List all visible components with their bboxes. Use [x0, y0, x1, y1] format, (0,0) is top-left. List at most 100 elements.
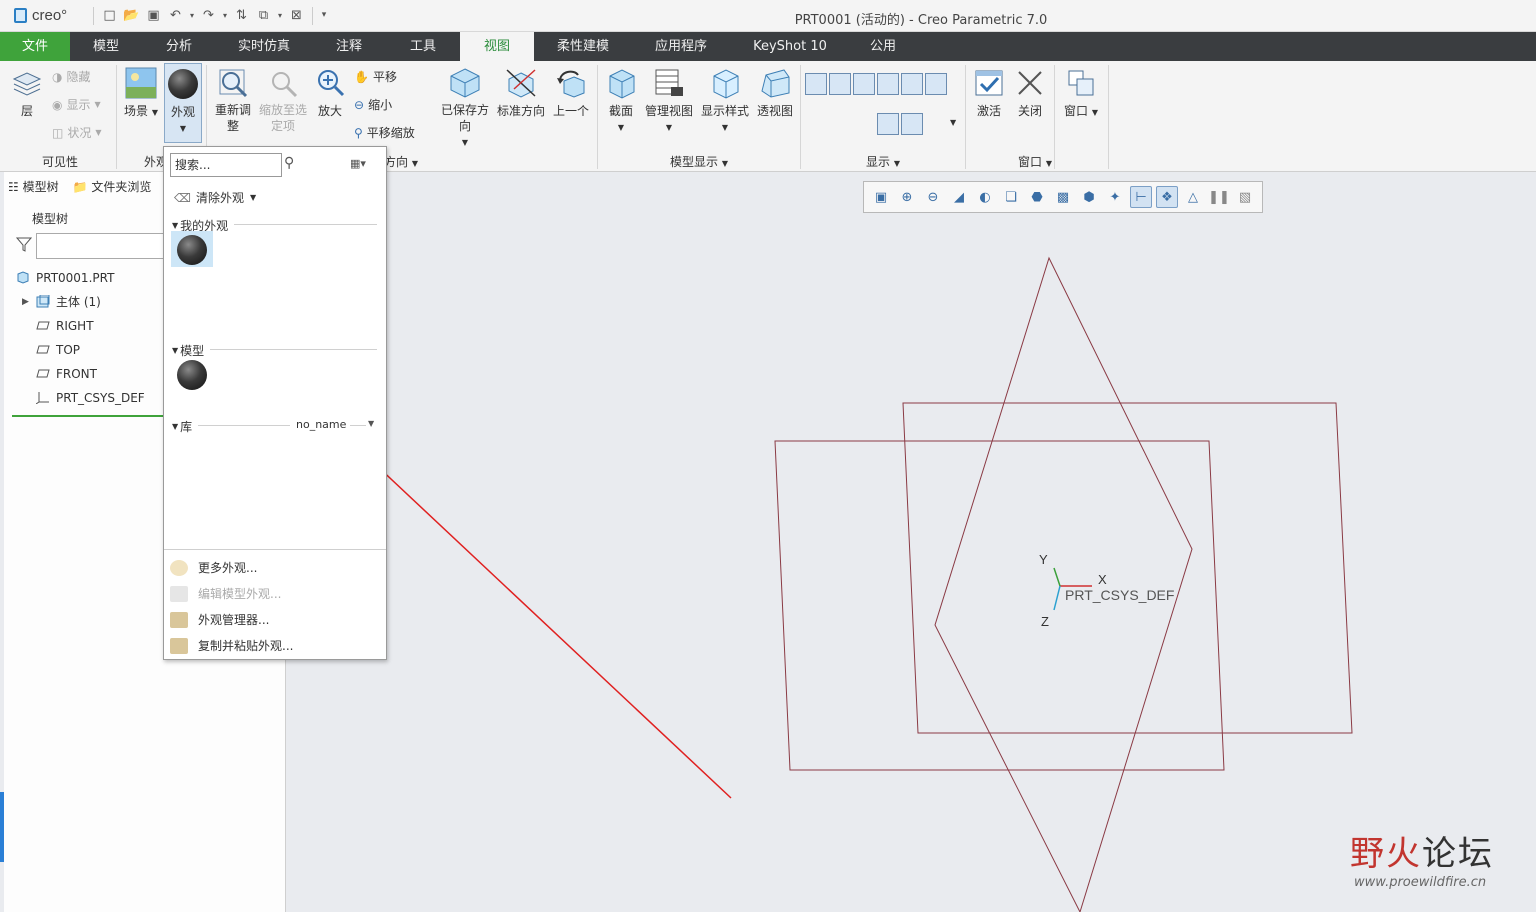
standard-orientation-label: 标准方向 — [496, 104, 545, 118]
datum-plane-hexagon[interactable] — [934, 256, 1193, 912]
undo-icon[interactable]: ↶ — [166, 6, 185, 25]
layer-button[interactable]: 层 — [8, 67, 46, 119]
display-style-button[interactable]: 显示样式 ▼ — [699, 67, 751, 133]
tab-applications[interactable]: 应用程序 — [632, 32, 730, 61]
close-window-icon[interactable]: ⊠ — [287, 6, 306, 25]
dimension-tolerance-toggle-icon[interactable] — [925, 73, 947, 95]
appearance-manager-item[interactable]: 外观管理器... — [170, 611, 269, 628]
search-icon[interactable]: ⚲ — [284, 155, 294, 171]
datum-plane-icon — [36, 321, 50, 330]
standard-orientation-button[interactable]: 标准方向 — [495, 67, 547, 119]
library-dropdown-icon[interactable]: ▼ — [368, 419, 374, 428]
perspective-button[interactable]: 透视图 — [754, 67, 796, 119]
clear-appearance-button[interactable]: ⌫ 清除外观 ▼ — [174, 189, 256, 206]
tab-flexible-modeling[interactable]: 柔性建模 — [534, 32, 632, 61]
previous-view-label: 上一个 — [552, 104, 589, 118]
tree-item-top-plane[interactable]: TOP — [14, 338, 145, 362]
tab-folder-browser[interactable]: 📁 文件夹浏览 — [73, 178, 152, 195]
tab-view[interactable]: 视图 — [460, 32, 534, 61]
tab-annotate[interactable]: 注释 — [312, 32, 386, 61]
customize-qat-icon[interactable]: ▾ — [319, 6, 329, 25]
plane-display-toggle-icon[interactable] — [805, 73, 827, 95]
plane-display-icon[interactable] — [805, 113, 827, 135]
pan-hand-icon: ✋ — [354, 69, 369, 84]
datum-plane-top[interactable] — [902, 402, 1353, 734]
model-tree-filter-input[interactable] — [36, 233, 176, 259]
more-appearances-item[interactable]: 更多外观... — [170, 559, 257, 576]
scene-button[interactable]: 场景 ▼ — [122, 67, 160, 119]
filter-icon[interactable] — [16, 236, 32, 252]
point-display-icon[interactable] — [853, 113, 875, 135]
section-button[interactable]: 截面 ▼ — [602, 67, 640, 133]
refit-button[interactable]: 重新调整 — [211, 67, 255, 134]
model-appearances-header[interactable]: ▼ 模型 — [172, 342, 204, 359]
activate-button[interactable]: 激活 — [971, 67, 1007, 119]
show-more-dropdown-icon[interactable]: ▼ — [950, 118, 956, 127]
tree-item-body[interactable]: ▶ 主体 (1) — [14, 290, 145, 314]
show-button[interactable]: ◉ 显示 ▼ — [52, 96, 101, 113]
zoom-out-button[interactable]: ⊖ 缩小 — [354, 96, 392, 113]
zoom-to-selected-button[interactable]: 缩放至选定项 — [256, 67, 310, 134]
tab-analysis[interactable]: 分析 — [142, 32, 216, 61]
tab-tools[interactable]: 工具 — [386, 32, 460, 61]
redo-dropdown-icon[interactable]: ▾ — [221, 6, 229, 25]
axis-display-icon[interactable] — [829, 113, 851, 135]
tree-item-part[interactable]: PRT0001.PRT — [14, 266, 145, 290]
pan-button[interactable]: ✋ 平移 — [354, 68, 397, 85]
library-header[interactable]: ▼ 库 — [172, 418, 192, 435]
csys-display-toggle-icon[interactable] — [901, 73, 923, 95]
redo-icon[interactable]: ↷ — [199, 6, 218, 25]
spin-center-icon[interactable] — [901, 113, 923, 135]
library-name[interactable]: no_name — [296, 418, 346, 431]
visibility-group-label: 可见性 — [42, 155, 79, 169]
plane-tag-display-toggle-icon[interactable] — [829, 73, 851, 95]
undo-dropdown-icon[interactable]: ▾ — [188, 6, 196, 25]
my-appearance-swatch[interactable] — [177, 235, 207, 265]
tab-common[interactable]: 公用 — [850, 32, 916, 61]
windows-label: 窗口 — [1064, 104, 1089, 118]
tab-file[interactable]: 文件 — [0, 32, 70, 61]
hide-button[interactable]: ◑ 隐藏 — [52, 68, 91, 85]
regenerate-icon[interactable]: ⇅ — [232, 6, 251, 25]
saved-orientations-button[interactable]: 已保存方向 ▼ — [439, 67, 491, 148]
axis-display-toggle-icon[interactable] — [853, 73, 875, 95]
windows-icon[interactable]: ⧉ — [254, 6, 273, 25]
copy-paste-appearance-item[interactable]: 复制并粘贴外观... — [170, 637, 293, 654]
point-display-toggle-icon[interactable] — [877, 73, 899, 95]
save-icon[interactable]: ▣ — [144, 6, 163, 25]
tree-item-right-plane[interactable]: RIGHT — [14, 314, 145, 338]
annotation-display-icon[interactable] — [925, 113, 947, 135]
graphics-area[interactable]: ▣ ⊕ ⊖ ◢ ◐ ❏ ⬣ ▩ ⬢ ✦ ⊢ ❖ △ ❚❚ ▧ X Y Z PRT… — [287, 172, 1536, 912]
creo-logo-icon — [14, 8, 27, 23]
gallery-view-options-icon[interactable]: ▦▾ — [350, 157, 366, 170]
appearance-button[interactable]: 外观 ▼ — [164, 63, 202, 143]
tree-item-front-plane[interactable]: FRONT — [14, 362, 145, 386]
windows-dropdown-icon[interactable]: ▾ — [276, 6, 284, 25]
open-folder-icon[interactable]: 📂 — [122, 6, 141, 25]
model-display-group-label: 模型显示 ▼ — [670, 155, 728, 169]
edit-model-appearances-item[interactable]: 编辑模型外观... — [170, 585, 281, 602]
tab-model[interactable]: 模型 — [70, 32, 142, 61]
csys-display-icon[interactable] — [877, 113, 899, 135]
zoom-in-button[interactable]: 放大 — [312, 67, 348, 119]
tab-model-tree[interactable]: ☷ 模型树 — [8, 178, 59, 195]
csys-y-axis — [1053, 567, 1061, 587]
expand-arrow-icon[interactable]: ▶ — [22, 290, 29, 314]
edit-model-appearances-label: 编辑模型外观... — [198, 587, 282, 601]
manage-views-button[interactable]: 管理视图 ▼ — [643, 67, 695, 133]
pan-zoom-button[interactable]: ⚲ 平移缩放 — [354, 124, 415, 141]
appearance-search-input[interactable]: 搜索... — [170, 153, 282, 177]
previous-view-button[interactable]: 上一个 — [551, 67, 591, 119]
model-appearance-swatch[interactable] — [177, 360, 207, 390]
section-divider — [234, 224, 377, 225]
close-button[interactable]: 关闭 — [1012, 67, 1048, 119]
tab-keyshot[interactable]: KeyShot 10 — [730, 32, 850, 61]
status-button[interactable]: ◫ 状况 ▼ — [52, 124, 102, 141]
tree-item-csys[interactable]: PRT_CSYS_DEF — [14, 386, 145, 410]
datum-plane-front[interactable] — [774, 440, 1225, 771]
new-file-icon[interactable]: □ — [100, 6, 119, 25]
tab-simulation[interactable]: 实时仿真 — [216, 32, 312, 61]
manage-views-label: 管理视图 — [644, 104, 693, 118]
windows-button[interactable]: 窗口 ▼ — [1060, 67, 1102, 119]
appearance-label: 外观 — [170, 105, 195, 119]
